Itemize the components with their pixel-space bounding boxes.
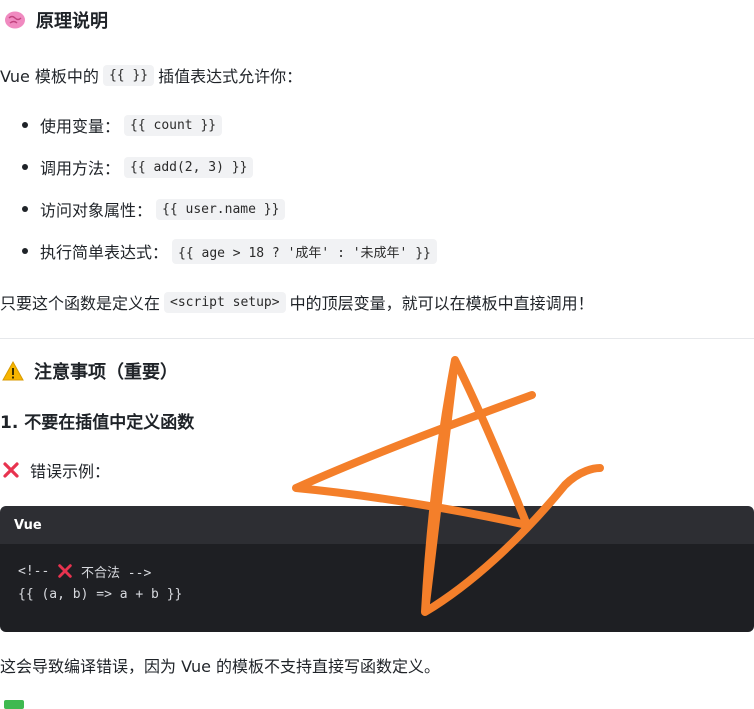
inline-code: {{ count }}: [124, 114, 223, 136]
section-heading-principle: 原理说明: [4, 8, 108, 32]
code-line: <!-- 不合法 -->: [18, 561, 151, 581]
section-heading-notes: 注意事项（重要）: [2, 358, 178, 384]
code-comment-start: <!--: [18, 563, 58, 579]
wrong-example-label: 错误示例：: [2, 458, 110, 482]
inline-code: {{ }}: [102, 64, 155, 86]
list-item-label: 调用方法：: [40, 159, 121, 178]
summary-paragraph: 只要这个函数是定义在 <script setup> 中的顶层变量，就可以在模板中…: [0, 289, 594, 315]
list-item-label: 执行简单表达式：: [40, 243, 169, 262]
code-block: <!-- 不合法 --> {{ (a, b) => a + b }}: [0, 544, 754, 632]
check-icon: [4, 700, 24, 709]
list-item: 使用变量： {{ count }}: [22, 112, 226, 138]
bullet-dot: [22, 206, 28, 212]
list-item: 访问对象属性： {{ user.name }}: [22, 196, 289, 222]
cross-mark-icon: [3, 462, 19, 478]
explanation-paragraph: 这会导致编译错误，因为 Vue 的模板不支持直接写函数定义。: [0, 657, 441, 676]
section-title: 原理说明: [36, 11, 108, 32]
inline-code: <script setup>: [164, 291, 286, 313]
code-language-label: Vue: [14, 517, 42, 533]
list-item-label: 访问对象属性：: [40, 201, 153, 220]
wrong-example-text: 错误示例：: [30, 462, 111, 481]
brain-icon: [5, 11, 25, 29]
list-item: 调用方法： {{ add(2, 3) }}: [22, 154, 257, 180]
intro-text-before: Vue 模板中的: [0, 67, 99, 86]
section-divider: [0, 338, 754, 339]
code-line: {{ (a, b) => a + b }}: [18, 586, 183, 602]
warning-icon: [2, 360, 24, 381]
bullet-dot: [22, 122, 28, 128]
inline-code: {{ user.name }}: [156, 198, 286, 220]
inline-code: {{ age > 18 ? '成年' : '未成年' }}: [172, 238, 437, 264]
code-comment-text: 不合法 -->: [73, 565, 152, 581]
section-title: 注意事项（重要）: [34, 362, 178, 383]
bullet-dot: [22, 164, 28, 170]
list-item-label: 使用变量：: [40, 117, 121, 136]
subheading: 1. 不要在插值中定义函数: [0, 412, 195, 433]
cross-mark-icon: [58, 564, 72, 578]
code-block-header: Vue: [0, 506, 754, 544]
intro-text-after: 插值表达式允许你：: [158, 67, 303, 86]
summary-text-before: 只要这个函数是定义在: [0, 294, 161, 313]
inline-code: {{ add(2, 3) }}: [124, 156, 254, 178]
bullet-dot: [22, 248, 28, 254]
intro-paragraph: Vue 模板中的 {{ }} 插值表达式允许你：: [0, 62, 302, 88]
summary-text-after: 中的顶层变量，就可以在模板中直接调用！: [289, 294, 594, 313]
list-item: 执行简单表达式： {{ age > 18 ? '成年' : '未成年' }}: [22, 238, 441, 264]
